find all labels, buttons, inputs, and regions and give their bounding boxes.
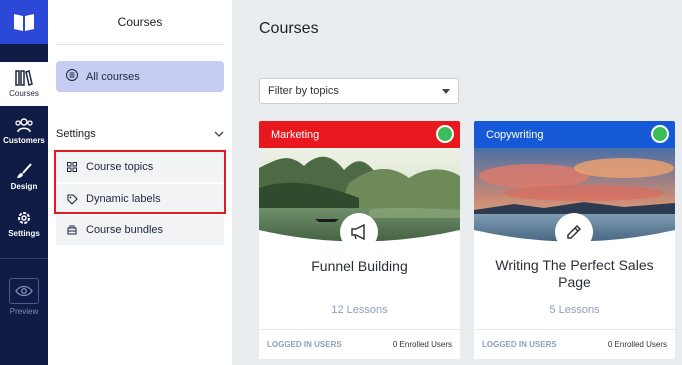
sidebar-divider	[56, 44, 224, 45]
sidebar-item-label: All courses	[86, 70, 140, 83]
card-footer: LOGGED IN USERS 0 Enrolled Users	[474, 329, 675, 359]
rail-label: Customers	[3, 136, 45, 145]
topic-label: Copywriting	[486, 128, 544, 141]
rail-label: Settings	[8, 229, 40, 238]
status-dot	[651, 125, 669, 143]
book-logo-icon	[14, 14, 34, 31]
list-icon	[66, 69, 78, 84]
sidebar-item-label: Course bundles	[86, 224, 164, 236]
course-name[interactable]: Funnel Building	[267, 258, 452, 275]
rail-label: Courses	[9, 89, 39, 98]
dropdown-caret-icon	[442, 88, 450, 94]
access-label: LOGGED IN USERS	[482, 340, 557, 349]
megaphone-icon	[351, 224, 365, 240]
page-title: Courses	[259, 20, 319, 37]
card-footer: LOGGED IN USERS 0 Enrolled Users	[259, 329, 460, 359]
gear-icon	[18, 212, 30, 224]
course-name[interactable]: Writing The Perfect Sales Page	[482, 257, 667, 291]
enrolled-count: 0 Enrolled Users	[392, 340, 452, 349]
course-icon-badge	[555, 213, 593, 251]
enrolled-count: 0 Enrolled Users	[607, 340, 667, 349]
app-rail: Courses Customers Design Settings Previe…	[0, 0, 48, 365]
rail-label: Preview	[9, 307, 39, 316]
sidebar-item-course-bundles[interactable]: Course bundles	[56, 215, 224, 245]
course-card[interactable]: Copywriting Writing The Perfect Sales Pa…	[474, 121, 675, 359]
lesson-count: 5 Lessons	[549, 304, 600, 316]
lesson-count: 12 Lessons	[331, 304, 388, 316]
rail-label: Design	[10, 182, 38, 191]
users-icon	[15, 118, 33, 133]
topic-bar: Copywriting	[474, 121, 675, 148]
filter-placeholder: Filter by topics	[268, 85, 339, 97]
rail-item-design[interactable]: Design	[0, 163, 48, 191]
topic-filter-select[interactable]: Filter by topics	[259, 78, 459, 104]
rail-item-settings[interactable]: Settings	[0, 210, 48, 238]
highlight-box	[54, 150, 226, 214]
rail-item-preview[interactable]: Preview	[0, 278, 48, 316]
rail-item-customers[interactable]: Customers	[0, 118, 48, 145]
preview-frame	[9, 278, 39, 304]
sidebar-item-all-courses[interactable]: All courses	[56, 61, 224, 92]
settings-header: Settings	[56, 128, 96, 140]
chevron-down-icon	[214, 131, 224, 137]
app-logo[interactable]	[0, 0, 48, 44]
status-dot	[436, 125, 454, 143]
rail-item-courses[interactable]: Courses	[0, 62, 48, 106]
rail-divider	[0, 258, 48, 259]
bundle-icon	[66, 225, 78, 235]
course-card[interactable]: Marketing Funnel Building 12 Lessons LOG…	[259, 121, 460, 359]
course-icon-badge	[340, 213, 378, 251]
topic-label: Marketing	[271, 128, 320, 141]
pencil-icon	[567, 224, 582, 239]
books-icon	[15, 70, 33, 86]
sidebar-title: Courses	[117, 15, 163, 29]
brush-icon	[17, 163, 32, 178]
settings-section-toggle[interactable]: Settings	[56, 127, 224, 141]
access-label: LOGGED IN USERS	[267, 340, 342, 349]
topic-bar: Marketing	[259, 121, 460, 148]
eye-icon	[15, 285, 33, 297]
